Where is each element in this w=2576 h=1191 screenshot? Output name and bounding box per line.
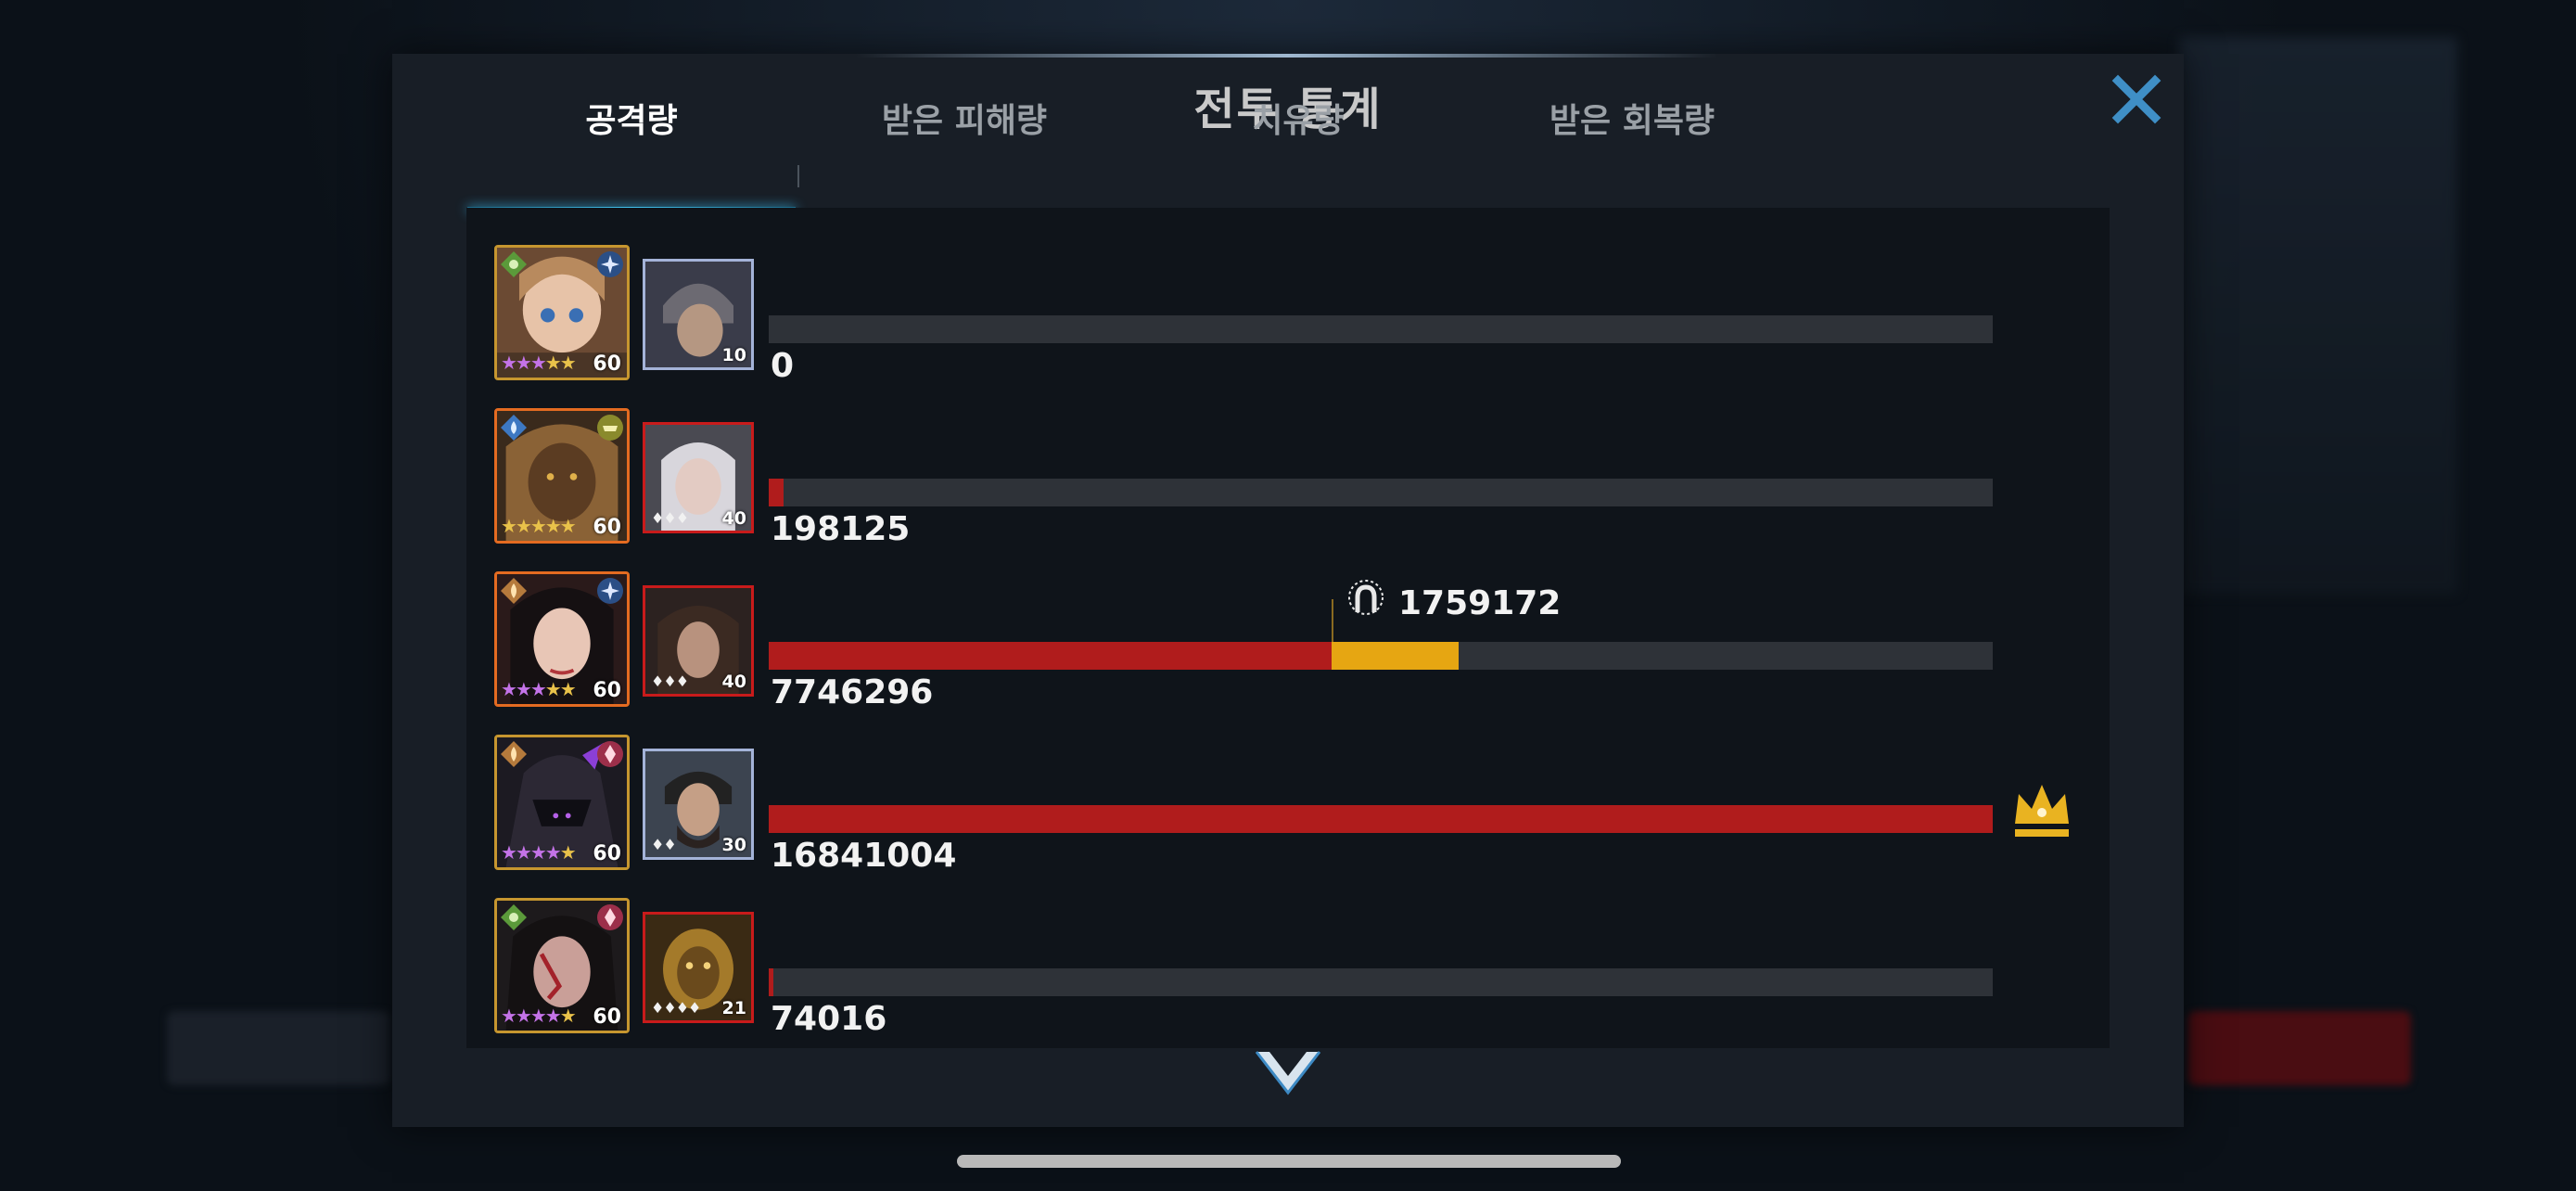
- partner-level: 40: [721, 672, 746, 692]
- class-star-icon: [597, 578, 623, 604]
- damage-bar-track: [769, 805, 1993, 833]
- home-indicator: [957, 1155, 1621, 1168]
- bonus-damage-value: 1759172: [1398, 584, 1562, 622]
- partner-portrait[interactable]: ♦♦♦♦ 21: [643, 912, 754, 1023]
- dialog-top-glow: [856, 54, 1718, 58]
- class-beast-icon: [597, 415, 623, 441]
- damage-bar-fill: [769, 968, 773, 996]
- damage-bar-track: [769, 315, 1993, 343]
- close-button[interactable]: [2104, 67, 2169, 132]
- partner-level: 30: [721, 835, 746, 855]
- element-fire-icon: [501, 578, 527, 604]
- damage-bar-track: [769, 642, 1993, 670]
- tab-damage-dealt[interactable]: 공격량: [466, 96, 797, 147]
- element-water-icon: [501, 415, 527, 441]
- chevron-down-icon[interactable]: [1253, 1048, 1323, 1102]
- background-left-button: [167, 1011, 389, 1085]
- tab-divider: [797, 165, 799, 187]
- close-icon: [2111, 74, 2162, 124]
- tab-damage-taken[interactable]: 받은 피해량: [799, 96, 1129, 147]
- hero-level: 60: [593, 1005, 621, 1029]
- hero-portrait[interactable]: ★★★★★ 60: [494, 735, 630, 870]
- tab-healing-received[interactable]: 받은 회복량: [1467, 96, 1797, 147]
- partner-marks: ♦♦: [651, 836, 677, 853]
- partner-marks: ♦♦♦♦: [651, 999, 701, 1017]
- partner-level: 40: [721, 508, 746, 529]
- damage-bar-fill: [769, 805, 1993, 833]
- list-item: ★★★★★ 60 ♦♦♦ 40 1759172 7746296: [466, 534, 2110, 711]
- list-item: ★★★★★ 60 ♦♦♦♦ 21 74016: [466, 861, 2110, 1038]
- element-nature-icon: [501, 251, 527, 277]
- list-item: ★★★★★ 60 ♦♦♦ 40 198125: [466, 371, 2110, 548]
- hero-portrait[interactable]: ★★★★★ 60: [494, 571, 630, 707]
- list-item: ★★★★★ 60 10 0: [466, 208, 2110, 385]
- class-assassin-icon: [597, 741, 623, 767]
- hero-portrait[interactable]: ★★★★★ 60: [494, 408, 630, 544]
- damage-value: 74016: [771, 1000, 887, 1038]
- partner-level: 10: [721, 345, 746, 365]
- partner-level: 21: [721, 998, 746, 1018]
- partner-portrait[interactable]: ♦♦♦ 40: [643, 422, 754, 533]
- partner-portrait[interactable]: ♦♦ 30: [643, 749, 754, 860]
- damage-bar-fill: [769, 479, 784, 506]
- hero-portrait[interactable]: ★★★★★ 60: [494, 898, 630, 1033]
- hero-stars: ★★★★★: [501, 1005, 577, 1027]
- element-fire-icon: [501, 741, 527, 767]
- tab-healing[interactable]: 치유량: [1133, 96, 1463, 147]
- list-item: ★★★★★ 60 ♦♦ 30 16841004: [466, 698, 2110, 875]
- partner-marks: ♦♦♦: [651, 509, 689, 527]
- bonus-damage-marker: [1332, 599, 1333, 642]
- stats-list[interactable]: ★★★★★ 60 10 0 ★★★★★ 60 ♦♦♦ 40 198125 ★★★…: [466, 208, 2110, 1048]
- class-star-icon: [597, 251, 623, 277]
- element-nature-icon: [501, 904, 527, 930]
- partner-marks: ♦♦♦: [651, 672, 689, 690]
- partner-portrait[interactable]: 10: [643, 259, 754, 370]
- class-assassin-icon: [597, 904, 623, 930]
- crown-icon: [2015, 785, 2069, 837]
- damage-bar-track: [769, 968, 1993, 996]
- hero-portrait[interactable]: ★★★★★ 60: [494, 245, 630, 380]
- bonus-damage-bar-fill: [1332, 642, 1459, 670]
- partner-portrait[interactable]: ♦♦♦ 40: [643, 585, 754, 697]
- horseshoe-buff-icon: [1348, 580, 1384, 615]
- damage-bar-fill: [769, 642, 1332, 670]
- background-side-panel: [2179, 37, 2457, 594]
- background-right-button: [2188, 1011, 2411, 1085]
- damage-bar-track: [769, 479, 1993, 506]
